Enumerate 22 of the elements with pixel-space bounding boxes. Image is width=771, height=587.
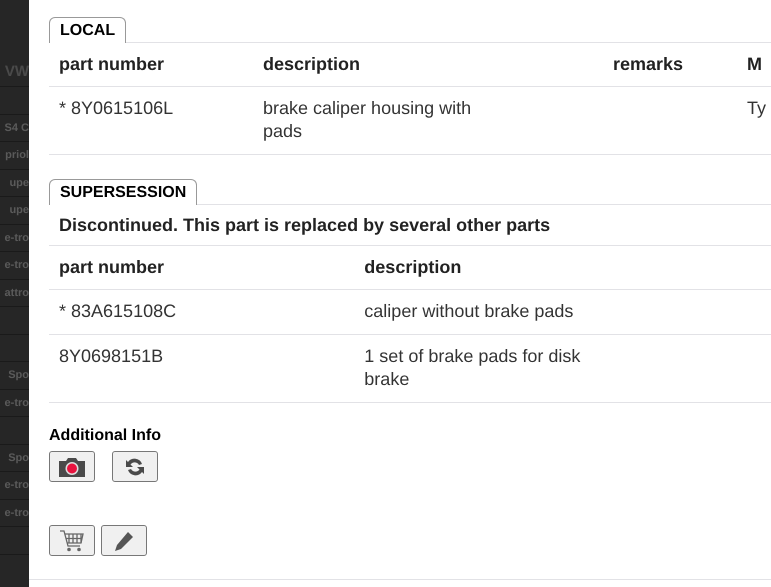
table-cell: 1 set of brake pads for disk brake (364, 346, 580, 389)
column-header: remarks (613, 54, 684, 74)
column-header: part number (59, 257, 164, 277)
add-to-cart-button[interactable] (49, 525, 95, 556)
column-header: part number (59, 54, 164, 74)
column-header: M (747, 54, 762, 74)
photo-button[interactable] (49, 451, 95, 482)
table-cell: 8Y0698151B (59, 346, 164, 366)
table-cell: * 8Y0615106L (59, 98, 174, 118)
column-header: description (364, 257, 462, 277)
pencil-icon (113, 530, 135, 552)
table-cell: * 83A615108C (59, 301, 176, 321)
cart-icon (59, 528, 85, 552)
column-header: description (263, 54, 360, 74)
table-cell: caliper without brake pads (364, 301, 574, 321)
additional-info-heading: Additional Info (49, 427, 162, 445)
table-cell: Ty (747, 98, 766, 118)
supersession-message: Discontinued. This part is replaced by several other parts (59, 214, 550, 236)
table-cell: brake caliper housing with pads (263, 98, 472, 141)
refresh-button[interactable] (112, 451, 158, 482)
camera-icon (57, 456, 87, 478)
edit-button[interactable] (101, 525, 147, 556)
